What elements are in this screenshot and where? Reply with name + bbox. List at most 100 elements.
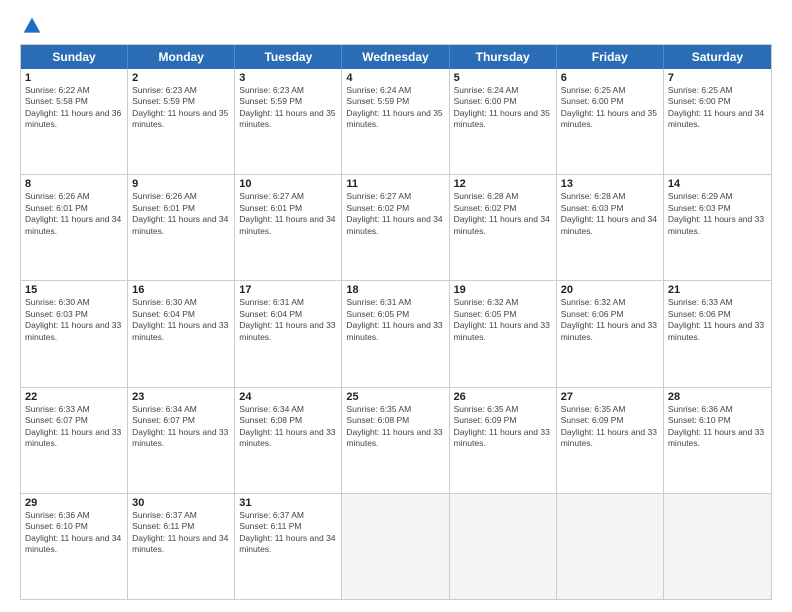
day-cell-27: 27Sunrise: 6:35 AMSunset: 6:09 PMDayligh… — [557, 388, 664, 493]
empty-cell — [342, 494, 449, 599]
header-day-tuesday: Tuesday — [235, 45, 342, 69]
day-cell-29: 29Sunrise: 6:36 AMSunset: 6:10 PMDayligh… — [21, 494, 128, 599]
day-cell-31: 31Sunrise: 6:37 AMSunset: 6:11 PMDayligh… — [235, 494, 342, 599]
day-cell-18: 18Sunrise: 6:31 AMSunset: 6:05 PMDayligh… — [342, 281, 449, 386]
day-cell-26: 26Sunrise: 6:35 AMSunset: 6:09 PMDayligh… — [450, 388, 557, 493]
day-number: 20 — [561, 284, 659, 296]
logo — [20, 16, 42, 34]
header-day-friday: Friday — [557, 45, 664, 69]
week-row-5: 29Sunrise: 6:36 AMSunset: 6:10 PMDayligh… — [21, 494, 771, 599]
day-number: 10 — [239, 178, 337, 190]
cell-info: Sunrise: 6:28 AMSunset: 6:02 PMDaylight:… — [454, 191, 552, 237]
day-number: 12 — [454, 178, 552, 190]
day-cell-24: 24Sunrise: 6:34 AMSunset: 6:08 PMDayligh… — [235, 388, 342, 493]
day-number: 3 — [239, 72, 337, 84]
day-number: 25 — [346, 391, 444, 403]
week-row-3: 15Sunrise: 6:30 AMSunset: 6:03 PMDayligh… — [21, 281, 771, 387]
day-number: 19 — [454, 284, 552, 296]
day-cell-28: 28Sunrise: 6:36 AMSunset: 6:10 PMDayligh… — [664, 388, 771, 493]
cell-info: Sunrise: 6:27 AMSunset: 6:02 PMDaylight:… — [346, 191, 444, 237]
day-cell-1: 1Sunrise: 6:22 AMSunset: 5:58 PMDaylight… — [21, 69, 128, 174]
cell-info: Sunrise: 6:27 AMSunset: 6:01 PMDaylight:… — [239, 191, 337, 237]
day-number: 21 — [668, 284, 767, 296]
cell-info: Sunrise: 6:22 AMSunset: 5:58 PMDaylight:… — [25, 85, 123, 131]
page: SundayMondayTuesdayWednesdayThursdayFrid… — [0, 0, 792, 612]
day-number: 7 — [668, 72, 767, 84]
day-cell-6: 6Sunrise: 6:25 AMSunset: 6:00 PMDaylight… — [557, 69, 664, 174]
cell-info: Sunrise: 6:30 AMSunset: 6:04 PMDaylight:… — [132, 297, 230, 343]
week-row-4: 22Sunrise: 6:33 AMSunset: 6:07 PMDayligh… — [21, 388, 771, 494]
calendar: SundayMondayTuesdayWednesdayThursdayFrid… — [20, 44, 772, 600]
cell-info: Sunrise: 6:26 AMSunset: 6:01 PMDaylight:… — [132, 191, 230, 237]
day-cell-10: 10Sunrise: 6:27 AMSunset: 6:01 PMDayligh… — [235, 175, 342, 280]
day-cell-30: 30Sunrise: 6:37 AMSunset: 6:11 PMDayligh… — [128, 494, 235, 599]
cell-info: Sunrise: 6:33 AMSunset: 6:06 PMDaylight:… — [668, 297, 767, 343]
week-row-2: 8Sunrise: 6:26 AMSunset: 6:01 PMDaylight… — [21, 175, 771, 281]
day-cell-25: 25Sunrise: 6:35 AMSunset: 6:08 PMDayligh… — [342, 388, 449, 493]
empty-cell — [450, 494, 557, 599]
day-number: 15 — [25, 284, 123, 296]
cell-info: Sunrise: 6:35 AMSunset: 6:09 PMDaylight:… — [561, 404, 659, 450]
day-cell-5: 5Sunrise: 6:24 AMSunset: 6:00 PMDaylight… — [450, 69, 557, 174]
day-number: 29 — [25, 497, 123, 509]
day-number: 1 — [25, 72, 123, 84]
cell-info: Sunrise: 6:35 AMSunset: 6:08 PMDaylight:… — [346, 404, 444, 450]
day-number: 24 — [239, 391, 337, 403]
day-number: 13 — [561, 178, 659, 190]
day-cell-17: 17Sunrise: 6:31 AMSunset: 6:04 PMDayligh… — [235, 281, 342, 386]
header-day-thursday: Thursday — [450, 45, 557, 69]
cell-info: Sunrise: 6:31 AMSunset: 6:05 PMDaylight:… — [346, 297, 444, 343]
day-number: 31 — [239, 497, 337, 509]
day-cell-9: 9Sunrise: 6:26 AMSunset: 6:01 PMDaylight… — [128, 175, 235, 280]
cell-info: Sunrise: 6:29 AMSunset: 6:03 PMDaylight:… — [668, 191, 767, 237]
day-cell-20: 20Sunrise: 6:32 AMSunset: 6:06 PMDayligh… — [557, 281, 664, 386]
day-number: 28 — [668, 391, 767, 403]
cell-info: Sunrise: 6:37 AMSunset: 6:11 PMDaylight:… — [132, 510, 230, 556]
header-day-wednesday: Wednesday — [342, 45, 449, 69]
day-number: 17 — [239, 284, 337, 296]
day-cell-2: 2Sunrise: 6:23 AMSunset: 5:59 PMDaylight… — [128, 69, 235, 174]
cell-info: Sunrise: 6:24 AMSunset: 6:00 PMDaylight:… — [454, 85, 552, 131]
cell-info: Sunrise: 6:23 AMSunset: 5:59 PMDaylight:… — [132, 85, 230, 131]
calendar-header: SundayMondayTuesdayWednesdayThursdayFrid… — [21, 45, 771, 69]
header — [20, 16, 772, 34]
day-cell-13: 13Sunrise: 6:28 AMSunset: 6:03 PMDayligh… — [557, 175, 664, 280]
day-number: 8 — [25, 178, 123, 190]
cell-info: Sunrise: 6:26 AMSunset: 6:01 PMDaylight:… — [25, 191, 123, 237]
cell-info: Sunrise: 6:28 AMSunset: 6:03 PMDaylight:… — [561, 191, 659, 237]
cell-info: Sunrise: 6:34 AMSunset: 6:08 PMDaylight:… — [239, 404, 337, 450]
day-number: 30 — [132, 497, 230, 509]
day-cell-12: 12Sunrise: 6:28 AMSunset: 6:02 PMDayligh… — [450, 175, 557, 280]
day-cell-19: 19Sunrise: 6:32 AMSunset: 6:05 PMDayligh… — [450, 281, 557, 386]
day-number: 4 — [346, 72, 444, 84]
day-cell-22: 22Sunrise: 6:33 AMSunset: 6:07 PMDayligh… — [21, 388, 128, 493]
day-number: 2 — [132, 72, 230, 84]
header-day-saturday: Saturday — [664, 45, 771, 69]
cell-info: Sunrise: 6:25 AMSunset: 6:00 PMDaylight:… — [668, 85, 767, 131]
cell-info: Sunrise: 6:35 AMSunset: 6:09 PMDaylight:… — [454, 404, 552, 450]
day-cell-4: 4Sunrise: 6:24 AMSunset: 5:59 PMDaylight… — [342, 69, 449, 174]
day-number: 6 — [561, 72, 659, 84]
cell-info: Sunrise: 6:24 AMSunset: 5:59 PMDaylight:… — [346, 85, 444, 131]
day-cell-16: 16Sunrise: 6:30 AMSunset: 6:04 PMDayligh… — [128, 281, 235, 386]
day-cell-21: 21Sunrise: 6:33 AMSunset: 6:06 PMDayligh… — [664, 281, 771, 386]
day-number: 22 — [25, 391, 123, 403]
day-cell-8: 8Sunrise: 6:26 AMSunset: 6:01 PMDaylight… — [21, 175, 128, 280]
day-number: 14 — [668, 178, 767, 190]
day-cell-3: 3Sunrise: 6:23 AMSunset: 5:59 PMDaylight… — [235, 69, 342, 174]
header-day-sunday: Sunday — [21, 45, 128, 69]
cell-info: Sunrise: 6:25 AMSunset: 6:00 PMDaylight:… — [561, 85, 659, 131]
cell-info: Sunrise: 6:36 AMSunset: 6:10 PMDaylight:… — [25, 510, 123, 556]
day-number: 5 — [454, 72, 552, 84]
empty-cell — [664, 494, 771, 599]
day-cell-11: 11Sunrise: 6:27 AMSunset: 6:02 PMDayligh… — [342, 175, 449, 280]
cell-info: Sunrise: 6:31 AMSunset: 6:04 PMDaylight:… — [239, 297, 337, 343]
day-number: 9 — [132, 178, 230, 190]
day-cell-7: 7Sunrise: 6:25 AMSunset: 6:00 PMDaylight… — [664, 69, 771, 174]
day-number: 27 — [561, 391, 659, 403]
cell-info: Sunrise: 6:30 AMSunset: 6:03 PMDaylight:… — [25, 297, 123, 343]
day-number: 11 — [346, 178, 444, 190]
week-row-1: 1Sunrise: 6:22 AMSunset: 5:58 PMDaylight… — [21, 69, 771, 175]
cell-info: Sunrise: 6:33 AMSunset: 6:07 PMDaylight:… — [25, 404, 123, 450]
cell-info: Sunrise: 6:23 AMSunset: 5:59 PMDaylight:… — [239, 85, 337, 131]
